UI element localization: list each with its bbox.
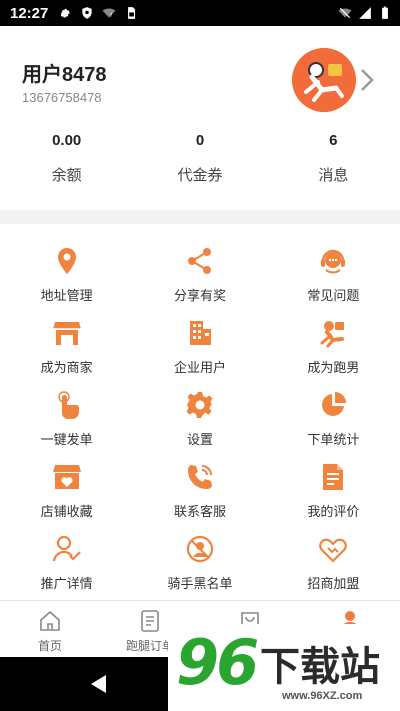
menu-grid: 地址管理 分享有奖 常见问题 成为商家 企业用户 成为跑男 一键发单 设置 下单… — [0, 224, 400, 600]
menu-item-label: 店铺收藏 — [40, 504, 93, 519]
nav-label: 首页 — [37, 639, 62, 653]
menu-item-label: 地址管理 — [40, 288, 93, 303]
menu-item-label: 成为跑男 — [307, 360, 360, 375]
stat-balance[interactable]: 0.00 余额 — [0, 132, 133, 185]
profile-header[interactable]: 用户8478 13676758478 0.00 余额 0 代金券 6 消息 — [0, 26, 400, 210]
menu-item-franchise[interactable]: 招商加盟 — [267, 534, 400, 606]
menu-item-quick-order[interactable]: 一键发单 — [0, 390, 133, 462]
menu-item-share[interactable]: 分享有奖 — [133, 246, 266, 318]
home-icon — [40, 610, 60, 631]
menu-item-merchant[interactable]: 成为商家 — [0, 318, 133, 390]
tap-finger-icon — [57, 391, 79, 419]
shop-heart-icon — [52, 465, 81, 489]
location-pin-icon — [57, 248, 76, 274]
watermark: 96 下载站 www.96XZ.com — [168, 624, 400, 711]
storefront-icon — [52, 322, 81, 345]
stat-value: 0 — [195, 132, 205, 149]
watermark-number: 96 — [176, 626, 259, 699]
menu-item-faq[interactable]: 常见问题 — [267, 246, 400, 318]
menu-item-label: 企业用户 — [173, 360, 226, 375]
battery-icon — [382, 6, 388, 19]
menu-item-enterprise[interactable]: 企业用户 — [133, 318, 266, 390]
stat-value: 0.00 — [52, 132, 82, 149]
menu-item-label: 下单统计 — [307, 432, 360, 447]
stats-row: 0.00 余额 0 代金券 6 消息 — [0, 132, 400, 185]
svg-text:?: ? — [110, 13, 113, 19]
status-time: 12:27 — [10, 4, 49, 22]
watermark-url: www.96XZ.com — [282, 690, 363, 702]
wifi-off-icon — [338, 7, 352, 19]
menu-item-label: 分享有奖 — [173, 288, 226, 303]
menu-item-rider-blacklist[interactable]: 骑手黑名单 — [133, 534, 266, 606]
back-triangle-icon[interactable] — [88, 673, 110, 695]
runner-avatar-icon — [292, 48, 356, 112]
watermark-text: 下载站 — [260, 645, 380, 689]
menu-item-settings[interactable]: 设置 — [133, 390, 266, 462]
share-icon — [187, 248, 211, 274]
stat-label: 代金券 — [177, 167, 223, 184]
menu-item-label: 推广详情 — [40, 576, 93, 591]
status-bar: 12:27 ? — [0, 0, 400, 26]
user-check-icon — [52, 535, 81, 562]
stat-label: 余额 — [51, 167, 82, 184]
menu-item-label: 成为商家 — [40, 360, 93, 375]
gear-icon — [61, 8, 71, 18]
menu-item-label: 联系客服 — [173, 504, 226, 519]
stat-vouchers[interactable]: 0 代金券 — [133, 132, 266, 185]
menu-item-label: 我的评价 — [307, 504, 360, 519]
menu-item-label: 设置 — [186, 432, 213, 447]
stat-value: 6 — [329, 132, 338, 149]
menu-item-address[interactable]: 地址管理 — [0, 246, 133, 318]
user-block-icon — [186, 535, 214, 563]
avatar[interactable] — [292, 48, 356, 112]
runner-icon — [320, 321, 345, 348]
sim-card-icon — [128, 7, 136, 19]
menu-item-favorites[interactable]: 店铺收藏 — [0, 462, 133, 534]
menu-item-label: 招商加盟 — [307, 576, 360, 591]
order-doc-icon — [141, 610, 159, 632]
chevron-right-icon[interactable] — [358, 66, 376, 94]
menu-item-label: 一键发单 — [40, 432, 93, 447]
menu-item-my-reviews[interactable]: 我的评价 — [267, 462, 400, 534]
signal-icon — [359, 7, 371, 19]
menu-item-order-stats[interactable]: 下单统计 — [267, 390, 400, 462]
headset-icon — [321, 249, 346, 274]
gear-icon — [186, 392, 213, 418]
menu-item-label: 常见问题 — [307, 288, 360, 303]
stat-messages[interactable]: 6 消息 — [267, 132, 400, 185]
wifi-question-icon: ? — [102, 8, 116, 19]
shield-icon — [82, 7, 93, 19]
handshake-icon — [319, 538, 348, 563]
menu-item-customer-service[interactable]: 联系客服 — [133, 462, 266, 534]
review-doc-icon — [323, 464, 344, 490]
nav-home[interactable]: 首页 — [0, 601, 100, 657]
menu-item-label: 骑手黑名单 — [167, 576, 233, 591]
username: 用户8478 — [22, 64, 107, 86]
section-divider — [0, 210, 400, 224]
phone-number: 13676758478 — [22, 90, 102, 105]
phone-call-icon — [187, 465, 212, 489]
nav-label: 跑腿订单 — [125, 639, 174, 653]
building-icon — [189, 321, 211, 345]
stat-label: 消息 — [318, 167, 349, 184]
pie-chart-icon — [322, 392, 347, 416]
menu-item-promotion[interactable]: 推广详情 — [0, 534, 133, 606]
menu-item-courier[interactable]: 成为跑男 — [267, 318, 400, 390]
